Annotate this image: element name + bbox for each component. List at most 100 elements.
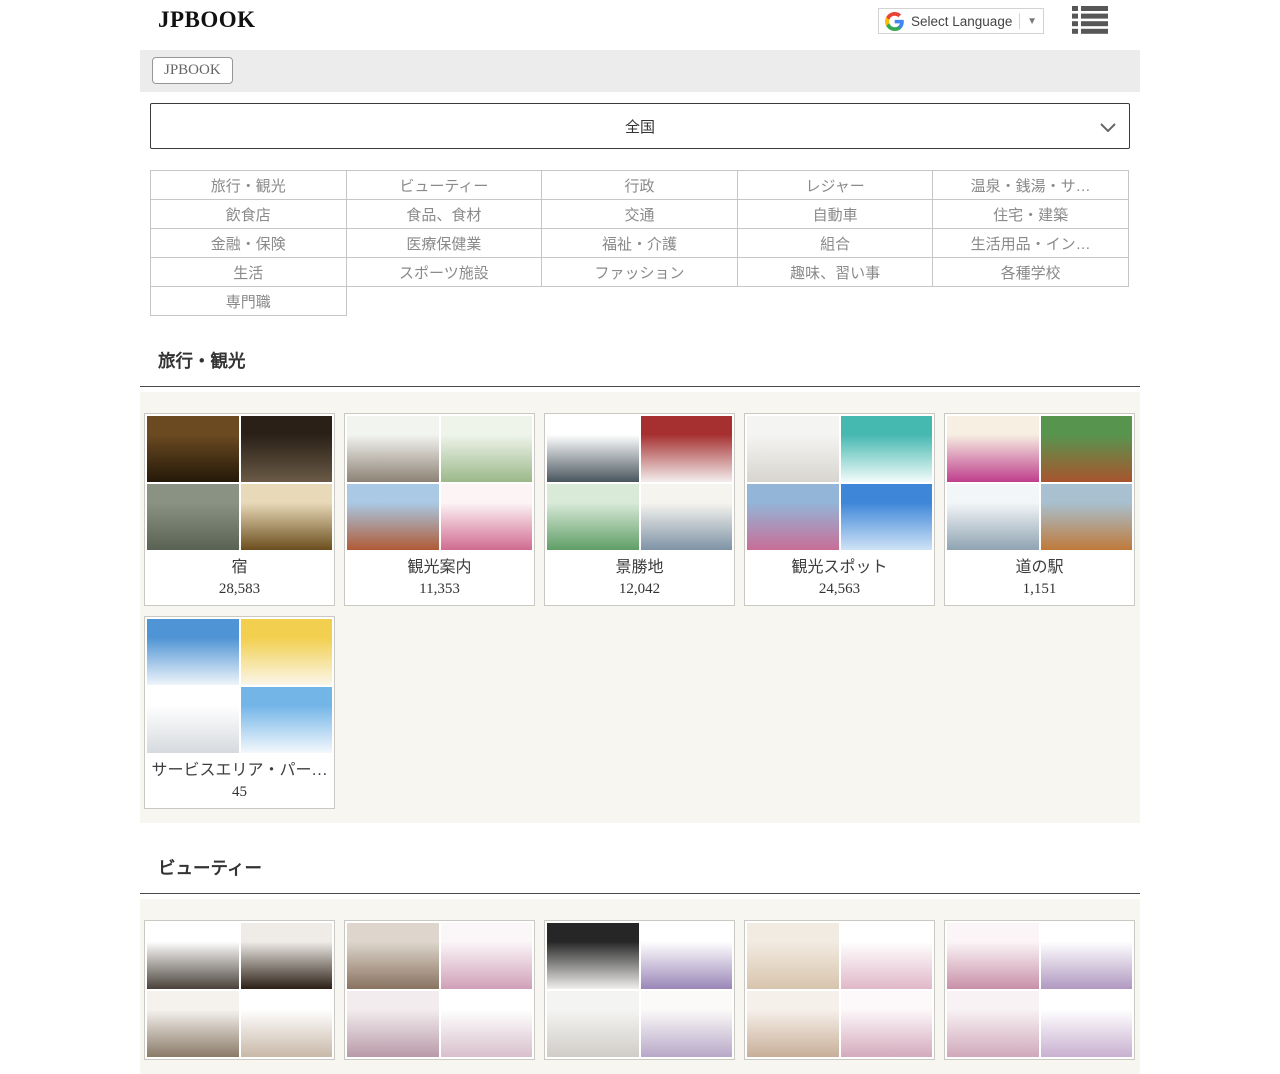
category-cell[interactable]: 生活用品・イン…	[933, 229, 1129, 258]
category-cell-empty	[933, 287, 1129, 316]
card-thumbnails	[347, 923, 532, 1057]
category-cell[interactable]: 医療保健業	[346, 229, 542, 258]
category-cell[interactable]: 生活	[151, 258, 347, 287]
thumbnail-image	[441, 416, 533, 482]
category-row: 飲食店食品、食材交通自動車住宅・建築	[151, 200, 1129, 229]
category-cell[interactable]: 食品、食材	[346, 200, 542, 229]
category-card[interactable]	[744, 920, 935, 1060]
thumbnail-image	[147, 923, 239, 989]
category-cell[interactable]: スポーツ施設	[346, 258, 542, 287]
card-thumbnails	[547, 416, 732, 550]
breadcrumb: JPBOOK	[140, 50, 1140, 92]
translate-label: Select Language	[911, 14, 1012, 29]
thumbnail-image	[947, 484, 1039, 550]
card-count: 11,353	[347, 580, 532, 598]
category-card[interactable]: 宿28,583	[144, 413, 335, 606]
category-row: 生活スポーツ施設ファッション趣味、習い事各種学校	[151, 258, 1129, 287]
region-select[interactable]: 全国	[150, 103, 1130, 149]
section-title: 旅行・観光	[158, 348, 1140, 373]
thumbnail-image	[1041, 991, 1133, 1057]
thumbnail-image	[747, 991, 839, 1057]
category-cell[interactable]: 専門職	[151, 287, 347, 316]
category-cell[interactable]: レジャー	[737, 171, 933, 200]
card-thumbnails	[747, 923, 932, 1057]
category-cell[interactable]: 旅行・観光	[151, 171, 347, 200]
google-translate-widget[interactable]: Select Language ▼	[878, 8, 1044, 34]
thumbnail-image	[747, 484, 839, 550]
thumbnail-image	[241, 991, 333, 1057]
thumbnail-image	[241, 687, 333, 753]
thumbnail-image	[1041, 484, 1133, 550]
thumbnail-image	[1041, 923, 1133, 989]
category-cell[interactable]: 自動車	[737, 200, 933, 229]
card-label: サービスエリア・パー…	[147, 761, 332, 781]
category-cell[interactable]: 飲食店	[151, 200, 347, 229]
category-cell[interactable]: 金融・保険	[151, 229, 347, 258]
category-card[interactable]: 観光案内11,353	[344, 413, 535, 606]
category-card[interactable]: サービスエリア・パー…45	[144, 616, 335, 809]
thumbnail-image	[347, 416, 439, 482]
thumbnail-image	[641, 923, 733, 989]
card-count: 1,151	[947, 580, 1132, 598]
category-row: 旅行・観光ビューティー行政レジャー温泉・銭湯・サ…	[151, 171, 1129, 200]
category-row: 金融・保険医療保健業福祉・介護組合生活用品・イン…	[151, 229, 1129, 258]
card-label: 景勝地	[547, 558, 732, 578]
category-card[interactable]	[344, 920, 535, 1060]
thumbnail-image	[841, 923, 933, 989]
category-cell[interactable]: 住宅・建築	[933, 200, 1129, 229]
thumbnail-image	[641, 484, 733, 550]
category-card[interactable]	[544, 920, 735, 1060]
category-cell[interactable]: 行政	[542, 171, 738, 200]
card-thumbnails	[947, 416, 1132, 550]
category-cell[interactable]: ファッション	[542, 258, 738, 287]
thumbnail-image	[441, 991, 533, 1057]
google-logo-icon	[885, 12, 904, 31]
thumbnail-image	[641, 991, 733, 1057]
category-cell[interactable]: 趣味、習い事	[737, 258, 933, 287]
category-cell[interactable]: 各種学校	[933, 258, 1129, 287]
translate-caret-icon: ▼	[1027, 16, 1037, 27]
thumbnail-image	[241, 416, 333, 482]
thumbnail-image	[441, 923, 533, 989]
card-label: 観光スポット	[747, 558, 932, 578]
thumbnail-image	[147, 619, 239, 685]
category-cell[interactable]: 福祉・介護	[542, 229, 738, 258]
category-card[interactable]	[944, 920, 1135, 1060]
category-card[interactable]	[144, 920, 335, 1060]
category-cell[interactable]: ビューティー	[346, 171, 542, 200]
thumbnail-image	[547, 484, 639, 550]
category-card[interactable]: 景勝地 12,042	[544, 413, 735, 606]
thumbnail-image	[841, 484, 933, 550]
thumbnail-image	[441, 484, 533, 550]
category-cell[interactable]: 交通	[542, 200, 738, 229]
category-cell-empty	[542, 287, 738, 316]
card-thumbnails	[947, 923, 1132, 1057]
breadcrumb-item-jpbook[interactable]: JPBOOK	[152, 57, 233, 84]
thumbnail-image	[147, 484, 239, 550]
thumbnail-image	[947, 923, 1039, 989]
card-thumbnails	[147, 923, 332, 1057]
region-select-value: 全国	[625, 116, 655, 137]
card-count: 12,042	[547, 580, 732, 598]
chevron-down-icon	[1100, 123, 1116, 132]
category-card[interactable]: 道の駅1,151	[944, 413, 1135, 606]
card-count: 24,563	[747, 580, 932, 598]
category-card[interactable]: 観光スポット 24,563	[744, 413, 935, 606]
thumbnail-image	[241, 923, 333, 989]
category-table: 旅行・観光ビューティー行政レジャー温泉・銭湯・サ…飲食店食品、食材交通自動車住宅…	[150, 170, 1129, 316]
thumbnail-image	[547, 416, 639, 482]
thumbnail-image	[241, 619, 333, 685]
thumbnail-image	[347, 923, 439, 989]
thumbnail-image	[641, 416, 733, 482]
thumbnail-image	[241, 484, 333, 550]
thumbnail-image	[547, 923, 639, 989]
category-cell[interactable]: 温泉・銭湯・サ…	[933, 171, 1129, 200]
thumbnail-image	[147, 687, 239, 753]
thumbnail-image	[841, 991, 933, 1057]
card-thumbnails	[547, 923, 732, 1057]
thumbnail-image	[747, 923, 839, 989]
thumbnail-image	[947, 991, 1039, 1057]
thumbnail-image	[1041, 416, 1133, 482]
menu-list-icon[interactable]	[1072, 6, 1108, 34]
category-cell[interactable]: 組合	[737, 229, 933, 258]
